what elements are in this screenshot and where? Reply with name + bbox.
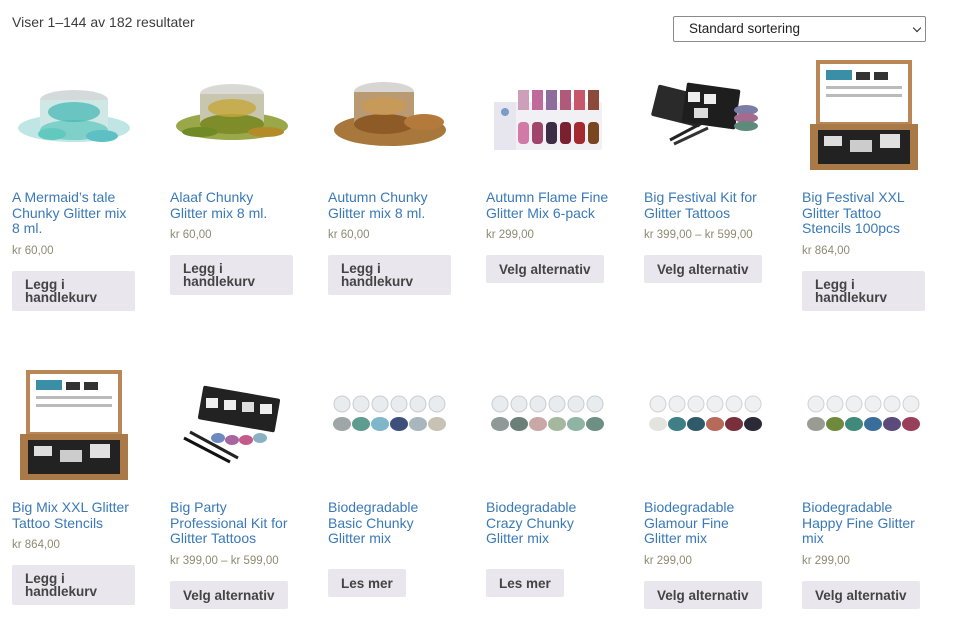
- select-options-button[interactable]: Velg alternativ: [486, 255, 604, 283]
- read-more-button[interactable]: Les mer: [328, 568, 406, 597]
- product-price: kr 399,00 – kr 599,00: [170, 554, 279, 567]
- product-title[interactable]: A Mermaid’s tale Chunky Glitter mix 8 ml…: [12, 189, 136, 237]
- product-card: Biodegradable Basic Chunky Glitter mix L…: [328, 362, 452, 597]
- product-title[interactable]: Big Festival XXL Glitter Tattoo Stencils…: [802, 189, 926, 237]
- product-price: kr 60,00: [328, 229, 370, 241]
- bio-glitter-row-icon[interactable]: [486, 362, 610, 486]
- bottom-fade: [0, 621, 960, 637]
- bio-glitter-row-icon[interactable]: [328, 362, 452, 486]
- glitter-6-pack-icon[interactable]: [486, 52, 610, 176]
- bio-glitter-row-icon[interactable]: [644, 362, 768, 486]
- glitter-jar-teal-icon[interactable]: [12, 52, 136, 176]
- sort-select[interactable]: Standard sortering: [673, 16, 926, 42]
- product-price: kr 60,00: [170, 229, 212, 241]
- product-card: A Mermaid’s tale Chunky Glitter mix 8 ml…: [12, 52, 136, 311]
- tattoo-kit-icon[interactable]: [644, 52, 768, 176]
- shop-toolbar: Viser 1–144 av 182 resultater Standard s…: [12, 14, 960, 44]
- product-title[interactable]: Biodegradable Glamour Fine Glitter mix: [644, 499, 768, 547]
- product-price: kr 864,00: [802, 244, 850, 257]
- tattoo-kit-icon[interactable]: [170, 362, 294, 486]
- product-card: Biodegradable Glamour Fine Glitter mix k…: [644, 362, 768, 609]
- result-count: Viser 1–144 av 182 resultater: [12, 14, 195, 30]
- product-card: Biodegradable Happy Fine Glitter mix kr …: [802, 362, 926, 609]
- product-card: Big Festival XXL Glitter Tattoo Stencils…: [802, 52, 926, 311]
- read-more-button[interactable]: Les mer: [486, 568, 564, 597]
- product-card: Alaaf Chunky Glitter mix 8 ml. kr 60,00 …: [170, 52, 294, 295]
- product-title[interactable]: Alaaf Chunky Glitter mix 8 ml.: [170, 189, 294, 221]
- product-title[interactable]: Big Festival Kit for Glitter Tattoos: [644, 189, 768, 221]
- sort-selected-label: Standard sortering: [689, 21, 801, 36]
- product-title[interactable]: Autumn Flame Fine Glitter Mix 6-pack: [486, 189, 610, 221]
- product-title[interactable]: Autumn Chunky Glitter mix 8 ml.: [328, 189, 452, 221]
- add-to-cart-button[interactable]: Legg i handlekurv: [328, 255, 451, 295]
- product-price: kr 299,00: [486, 229, 534, 241]
- product-title[interactable]: Biodegradable Happy Fine Glitter mix: [802, 499, 926, 547]
- glitter-jar-green-gold-icon[interactable]: [170, 52, 294, 176]
- product-price: kr 864,00: [12, 539, 60, 551]
- add-to-cart-button[interactable]: Legg i handlekurv: [12, 565, 135, 605]
- product-card: Autumn Flame Fine Glitter Mix 6-pack kr …: [486, 52, 610, 283]
- select-options-button[interactable]: Velg alternativ: [644, 255, 762, 283]
- product-title[interactable]: Big Mix XXL Glitter Tattoo Stencils: [12, 499, 136, 531]
- select-options-button[interactable]: Velg alternativ: [802, 580, 920, 609]
- select-options-button[interactable]: Velg alternativ: [170, 580, 288, 609]
- stencil-box-icon[interactable]: [12, 362, 136, 486]
- product-card: Big Party Professional Kit for Glitter T…: [170, 362, 294, 609]
- product-price: kr 399,00 – kr 599,00: [644, 229, 753, 241]
- add-to-cart-button[interactable]: Legg i handlekurv: [802, 270, 925, 311]
- add-to-cart-button[interactable]: Legg i handlekurv: [12, 270, 135, 311]
- stencil-box-icon[interactable]: [802, 52, 926, 176]
- product-card: Biodegradable Crazy Chunky Glitter mix L…: [486, 362, 610, 597]
- product-price: kr 60,00: [12, 244, 54, 257]
- product-price: kr 299,00: [802, 554, 850, 567]
- product-card: Big Festival Kit for Glitter Tattoos kr …: [644, 52, 768, 283]
- product-card: Big Mix XXL Glitter Tattoo Stencils kr 8…: [12, 362, 136, 605]
- chevron-down-icon: [912, 23, 922, 33]
- bio-glitter-row-icon[interactable]: [802, 362, 926, 486]
- add-to-cart-button[interactable]: Legg i handlekurv: [170, 255, 293, 295]
- glitter-jar-copper-icon[interactable]: [328, 52, 452, 176]
- product-title[interactable]: Big Party Professional Kit for Glitter T…: [170, 499, 294, 547]
- product-title[interactable]: Biodegradable Basic Chunky Glitter mix: [328, 499, 452, 547]
- select-options-button[interactable]: Velg alternativ: [644, 580, 762, 609]
- product-title[interactable]: Biodegradable Crazy Chunky Glitter mix: [486, 499, 610, 547]
- product-card: Autumn Chunky Glitter mix 8 ml. kr 60,00…: [328, 52, 452, 295]
- product-price: kr 299,00: [644, 554, 692, 567]
